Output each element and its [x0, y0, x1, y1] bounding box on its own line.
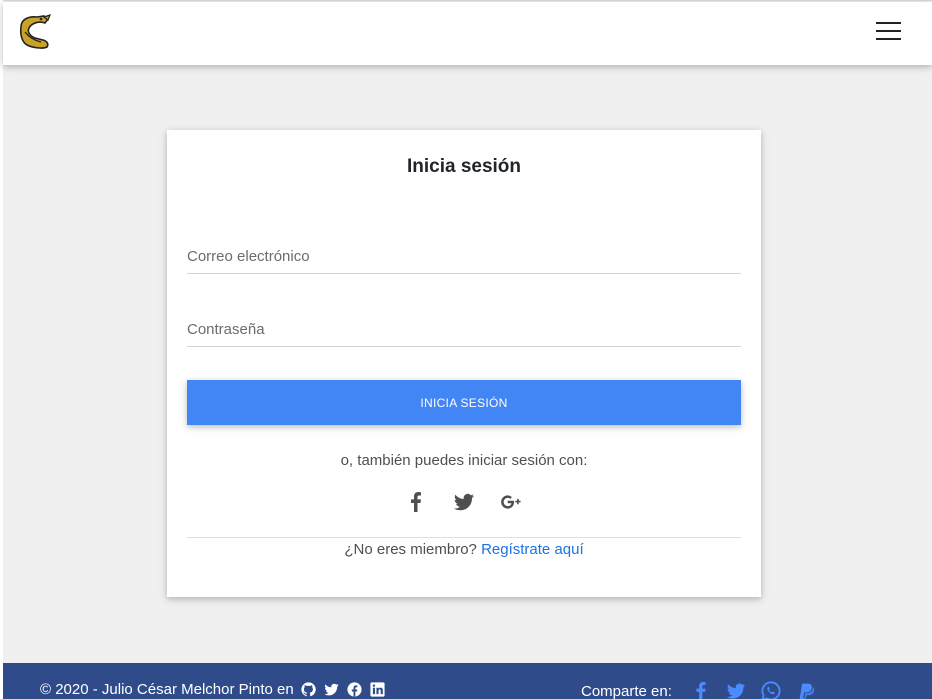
- email-field[interactable]: [187, 240, 741, 274]
- social-login-row: [167, 488, 761, 516]
- facebook-icon[interactable]: [404, 490, 428, 514]
- password-field[interactable]: [187, 313, 741, 347]
- twitter-icon[interactable]: [725, 680, 747, 699]
- login-card: Inicia sesión INICIA SESIÓN o, también p…: [167, 130, 761, 597]
- signup-link[interactable]: Regístrate aquí: [481, 541, 584, 558]
- google-plus-icon[interactable]: [500, 490, 524, 514]
- whatsapp-icon[interactable]: [760, 680, 782, 699]
- paypal-icon[interactable]: [795, 680, 817, 699]
- twitter-icon[interactable]: [452, 490, 476, 514]
- hedgehog-logo-icon[interactable]: [17, 14, 53, 50]
- top-navbar: [3, 2, 932, 65]
- footer-credits: © 2020 - Julio César Melchor Pinto en: [40, 681, 386, 698]
- twitter-icon[interactable]: [323, 681, 340, 698]
- facebook-icon[interactable]: [690, 680, 712, 699]
- facebook-icon[interactable]: [346, 681, 363, 698]
- linkedin-icon[interactable]: [369, 681, 386, 698]
- page-title: Inicia sesión: [406, 156, 522, 177]
- signup-prompt-text: ¿No eres miembro?: [344, 541, 477, 558]
- alt-login-text: o, también puedes iniciar sesión con:: [340, 452, 588, 469]
- page-background: Inicia sesión INICIA SESIÓN o, también p…: [3, 0, 932, 699]
- copyright-text: © 2020 - Julio César Melchor Pinto en: [40, 681, 294, 698]
- github-icon[interactable]: [300, 681, 317, 698]
- login-button[interactable]: INICIA SESIÓN: [187, 380, 741, 425]
- share-section: Comparte en:: [581, 680, 830, 699]
- signup-prompt: ¿No eres miembro? Regístrate aquí: [167, 541, 761, 558]
- divider: [187, 537, 741, 538]
- share-label: Comparte en:: [581, 682, 672, 699]
- hamburger-menu-icon[interactable]: [875, 19, 903, 43]
- page-footer: © 2020 - Julio César Melchor Pinto en Co…: [3, 663, 932, 699]
